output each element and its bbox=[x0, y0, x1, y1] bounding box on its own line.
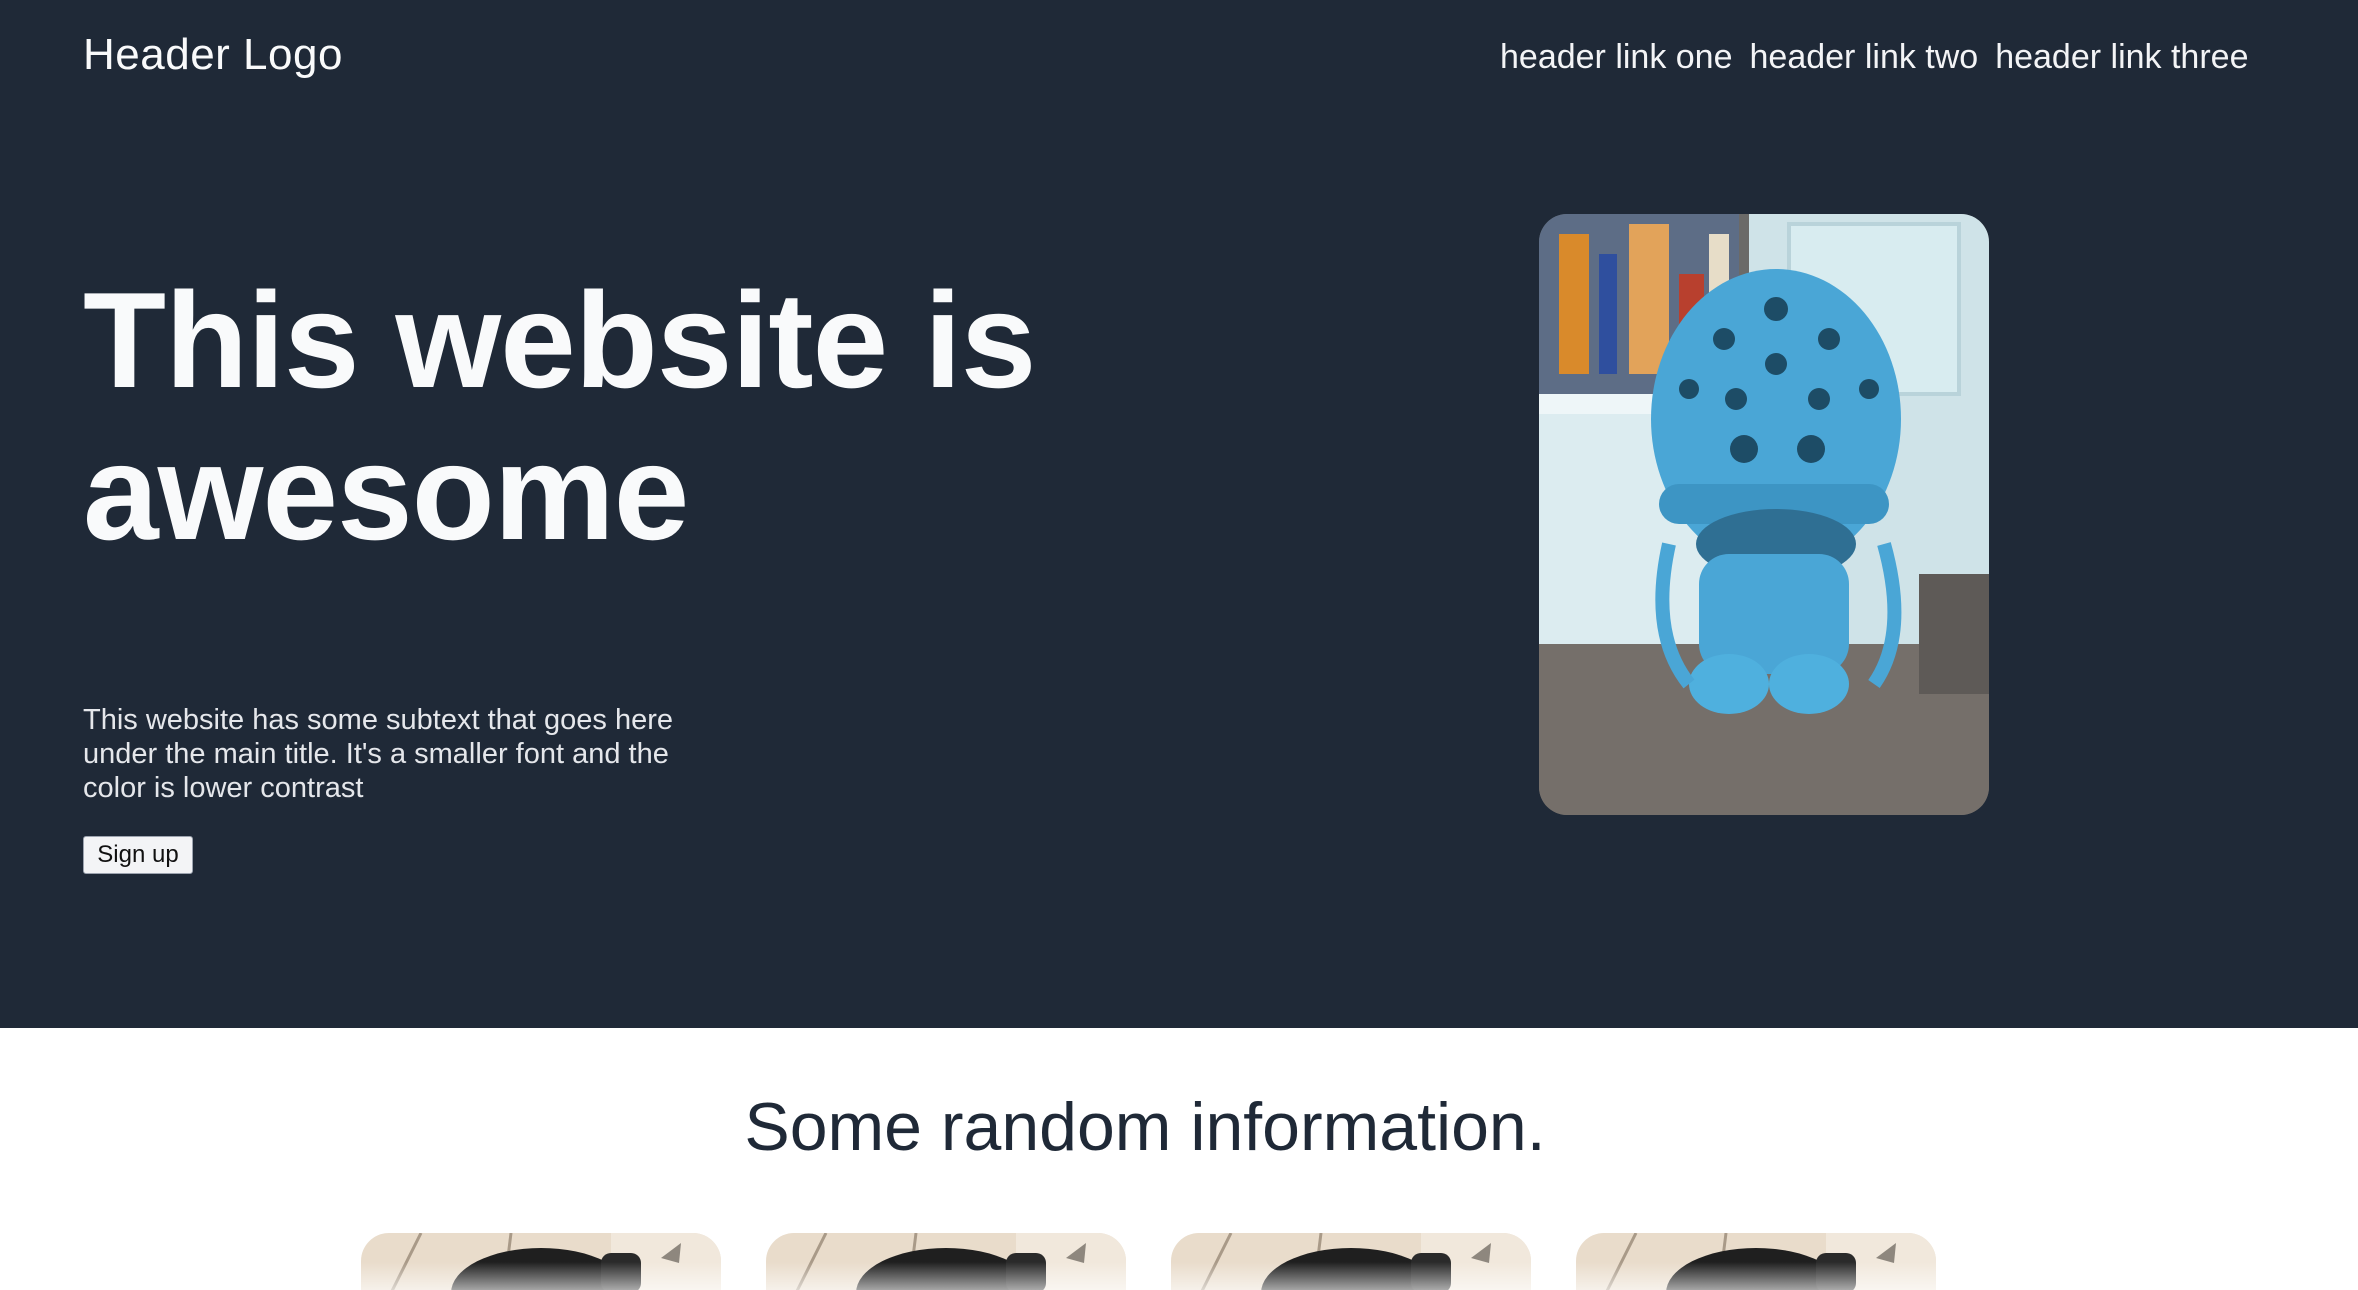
header-logo[interactable]: Header Logo bbox=[83, 30, 343, 80]
header-link-three[interactable]: header link three bbox=[1995, 38, 2248, 77]
info-card[interactable] bbox=[361, 1233, 721, 1290]
info-section-title: Some random information. bbox=[744, 1089, 1546, 1165]
croc-shoe-photo-icon bbox=[1171, 1233, 1531, 1290]
info-cards bbox=[361, 1233, 1936, 1290]
sign-up-button[interactable]: Sign up bbox=[83, 836, 193, 874]
info-card[interactable] bbox=[1576, 1233, 1936, 1290]
croc-shoe-photo-icon bbox=[766, 1233, 1126, 1290]
croc-character-photo-icon bbox=[1539, 214, 1989, 815]
croc-shoe-photo-icon bbox=[1576, 1233, 1936, 1290]
hero-subtext: This website has some subtext that goes … bbox=[83, 704, 673, 804]
hero-title: This website is awesome bbox=[83, 264, 1036, 568]
header-link-two[interactable]: header link two bbox=[1750, 38, 1979, 77]
header-link-one[interactable]: header link one bbox=[1500, 38, 1733, 77]
header-nav: header link one header link two header l… bbox=[1500, 38, 2248, 77]
info-card[interactable] bbox=[1171, 1233, 1531, 1290]
info-card[interactable] bbox=[766, 1233, 1126, 1290]
hero-image bbox=[1539, 214, 1989, 815]
hero-section: Header Logo header link one header link … bbox=[0, 0, 2358, 1028]
croc-shoe-photo-icon bbox=[361, 1233, 721, 1290]
